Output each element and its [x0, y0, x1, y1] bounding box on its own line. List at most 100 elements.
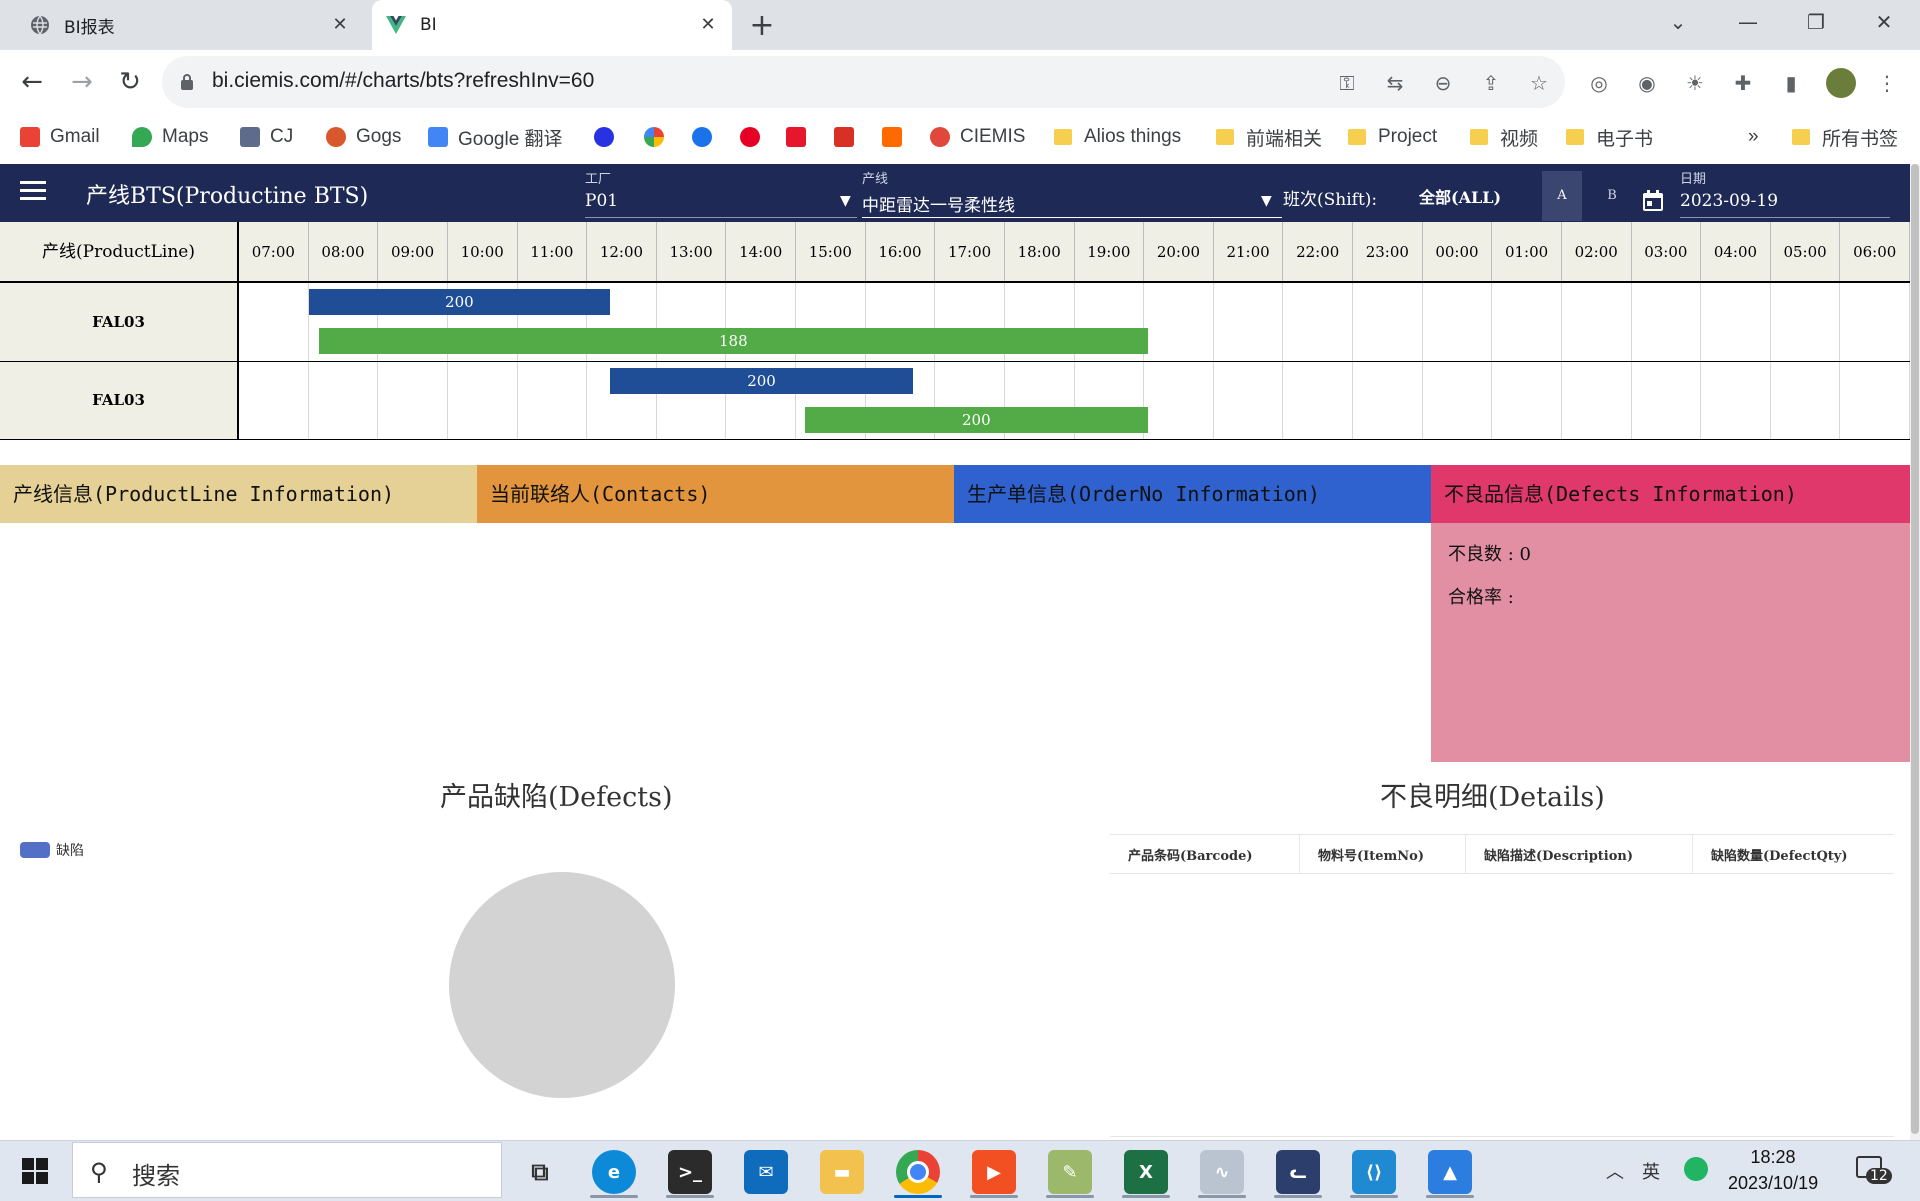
translate-icon[interactable]: ⇆ — [1382, 70, 1408, 96]
bookmark-folder-frontend[interactable]: 前端相关 — [1216, 122, 1322, 152]
ime-indicator[interactable]: 英 — [1642, 1158, 1660, 1184]
column-defectqty[interactable]: 缺陷数量(DefectQty) — [1692, 834, 1894, 874]
cj-icon — [240, 127, 260, 147]
chart-legend[interactable]: 缺陷 — [20, 840, 84, 860]
tray-chevron-icon[interactable]: ︿ — [1606, 1158, 1624, 1184]
search-icon: ⚲ — [90, 1158, 108, 1186]
line-select[interactable]: 中距雷达一号柔性线 — [862, 191, 1015, 216]
new-tab-button[interactable]: + — [744, 8, 780, 44]
notepad-icon[interactable]: ✎ — [1048, 1150, 1092, 1194]
bookmark-weibo[interactable] — [786, 122, 816, 152]
taskbar-clock[interactable]: 18:28 2023/10/19 — [1728, 1144, 1818, 1196]
forward-button[interactable]: → — [62, 62, 102, 102]
bookmark-maps[interactable]: Maps — [132, 122, 208, 152]
close-tab-icon[interactable]: ✕ — [696, 13, 720, 37]
bookmarks-overflow-button[interactable]: » — [1748, 122, 1759, 152]
bookmark-netease-music[interactable] — [740, 122, 770, 152]
bookmark-aliyun[interactable] — [882, 122, 912, 152]
line-dropdown-icon[interactable]: ▼ — [1261, 193, 1272, 209]
url-text[interactable]: bi.ciemis.com/#/charts/bts?refreshInv=60 — [212, 69, 594, 93]
photos-icon[interactable]: ▲ — [1428, 1150, 1472, 1194]
scrollbar-thumb[interactable] — [1911, 164, 1919, 1134]
color-picker-icon[interactable]: ◉ — [1634, 70, 1660, 96]
file-explorer-icon[interactable]: ▬ — [820, 1150, 864, 1194]
cat-app-icon[interactable]: ᓚ — [1276, 1150, 1320, 1194]
folder-icon — [1054, 129, 1072, 145]
hour-label: 04:00 — [1701, 222, 1771, 282]
shift-b-button[interactable]: B — [1592, 171, 1632, 221]
bookmark-folder-all[interactable]: 所有书签 — [1792, 122, 1898, 152]
plan-bar[interactable]: 200 — [610, 368, 913, 394]
shift-a-button[interactable]: A — [1542, 171, 1582, 221]
menu-kebab-icon[interactable]: ⋮ — [1874, 70, 1900, 96]
actual-bar[interactable]: 188 — [319, 328, 1148, 354]
bookmark-folder-alios[interactable]: Alios things — [1054, 122, 1181, 152]
side-panel-icon[interactable]: ▮ — [1778, 70, 1804, 96]
extension-circle-icon[interactable]: ◎ — [1586, 70, 1612, 96]
column-barcode[interactable]: 产品条码(Barcode) — [1110, 834, 1300, 874]
edge-icon[interactable]: e — [592, 1150, 636, 1194]
resource-monitor-icon[interactable]: ∿ — [1200, 1150, 1244, 1194]
bookmark-baidu[interactable] — [594, 122, 624, 152]
defects-info-header: 不良品信息(Defects Information) — [1431, 465, 1910, 523]
calendar-icon[interactable] — [1642, 190, 1664, 216]
hamburger-menu-icon[interactable] — [20, 181, 46, 203]
hour-label: 13:00 — [657, 222, 727, 282]
bookmark-ciemis[interactable]: CIEMIS — [930, 122, 1025, 152]
back-button[interactable]: ← — [12, 62, 52, 102]
task-view-icon[interactable]: ⧉ — [518, 1150, 562, 1194]
extension-badge-icon[interactable]: ☀ — [1682, 70, 1708, 96]
bookmark-search[interactable] — [692, 122, 722, 152]
share-icon[interactable]: ⇪ — [1478, 70, 1504, 96]
close-window-button[interactable]: ✕ — [1854, 0, 1914, 46]
terminal-icon[interactable]: >_ — [668, 1150, 712, 1194]
factory-underline — [585, 217, 857, 218]
bookmark-star-icon[interactable]: ☆ — [1526, 70, 1552, 96]
bookmark-folder-project[interactable]: Project — [1348, 122, 1437, 152]
page-scrollbar[interactable] — [1910, 164, 1920, 1140]
plan-bar[interactable]: 200 — [308, 289, 611, 315]
bookmark-google-translate[interactable]: Google 翻译 — [428, 122, 563, 152]
running-indicator — [970, 1195, 1018, 1198]
excel-icon[interactable]: X — [1124, 1150, 1168, 1194]
avatar[interactable] — [1826, 68, 1856, 98]
bookmark-gmail[interactable]: Gmail — [20, 122, 100, 152]
bookmark-folder-video[interactable]: 视频 — [1470, 122, 1538, 152]
bookmark-gogs[interactable]: Gogs — [326, 122, 401, 152]
media-player-icon[interactable]: ▶ — [972, 1150, 1016, 1194]
reload-button[interactable]: ↻ — [110, 62, 150, 102]
wechat-tray-icon[interactable] — [1684, 1157, 1708, 1181]
tab-bi[interactable]: BI ✕ — [372, 0, 732, 50]
restore-button[interactable]: ❐ — [1786, 0, 1846, 46]
factory-dropdown-icon[interactable]: ▼ — [840, 193, 851, 209]
column-itemno[interactable]: 物料号(ItemNo) — [1299, 834, 1466, 874]
shift-all-button[interactable]: 全部(ALL) — [1419, 184, 1501, 208]
windows-start-icon[interactable] — [22, 1158, 48, 1184]
hour-label: 14:00 — [726, 222, 796, 282]
tab-bi-report[interactable]: BI报表 ✕ — [16, 0, 364, 50]
aliyun-icon — [882, 127, 902, 147]
bookmark-cj[interactable]: CJ — [240, 122, 293, 152]
extensions-puzzle-icon[interactable]: ✚ — [1730, 70, 1756, 96]
hour-label: 12:00 — [587, 222, 657, 282]
minimize-button[interactable]: — — [1718, 0, 1778, 46]
vscode-icon[interactable]: ⟨⟩ — [1352, 1150, 1396, 1194]
bookmark-folder-ebooks[interactable]: 电子书 — [1566, 122, 1653, 152]
factory-select[interactable]: P01 — [585, 191, 618, 211]
actual-bar[interactable]: 200 — [805, 407, 1148, 433]
hour-label: 09:00 — [378, 222, 448, 282]
date-input[interactable]: 2023-09-19 — [1680, 191, 1778, 211]
vue-icon — [386, 15, 406, 35]
zoom-icon[interactable]: ⊖ — [1430, 70, 1456, 96]
mail-icon[interactable]: ✉ — [744, 1150, 788, 1194]
bookmark-google[interactable] — [644, 122, 674, 152]
maps-icon — [132, 127, 152, 147]
hour-label: 00:00 — [1423, 222, 1493, 282]
tab-search-icon[interactable]: ⌄ — [1648, 0, 1708, 46]
defects-pie-chart[interactable] — [449, 872, 675, 1098]
bookmark-m[interactable] — [834, 122, 864, 152]
close-tab-icon[interactable]: ✕ — [328, 13, 352, 37]
column-description[interactable]: 缺陷描述(Description) — [1465, 834, 1693, 874]
chrome-icon[interactable] — [896, 1150, 940, 1194]
key-icon[interactable]: ⚿ — [1334, 70, 1360, 96]
